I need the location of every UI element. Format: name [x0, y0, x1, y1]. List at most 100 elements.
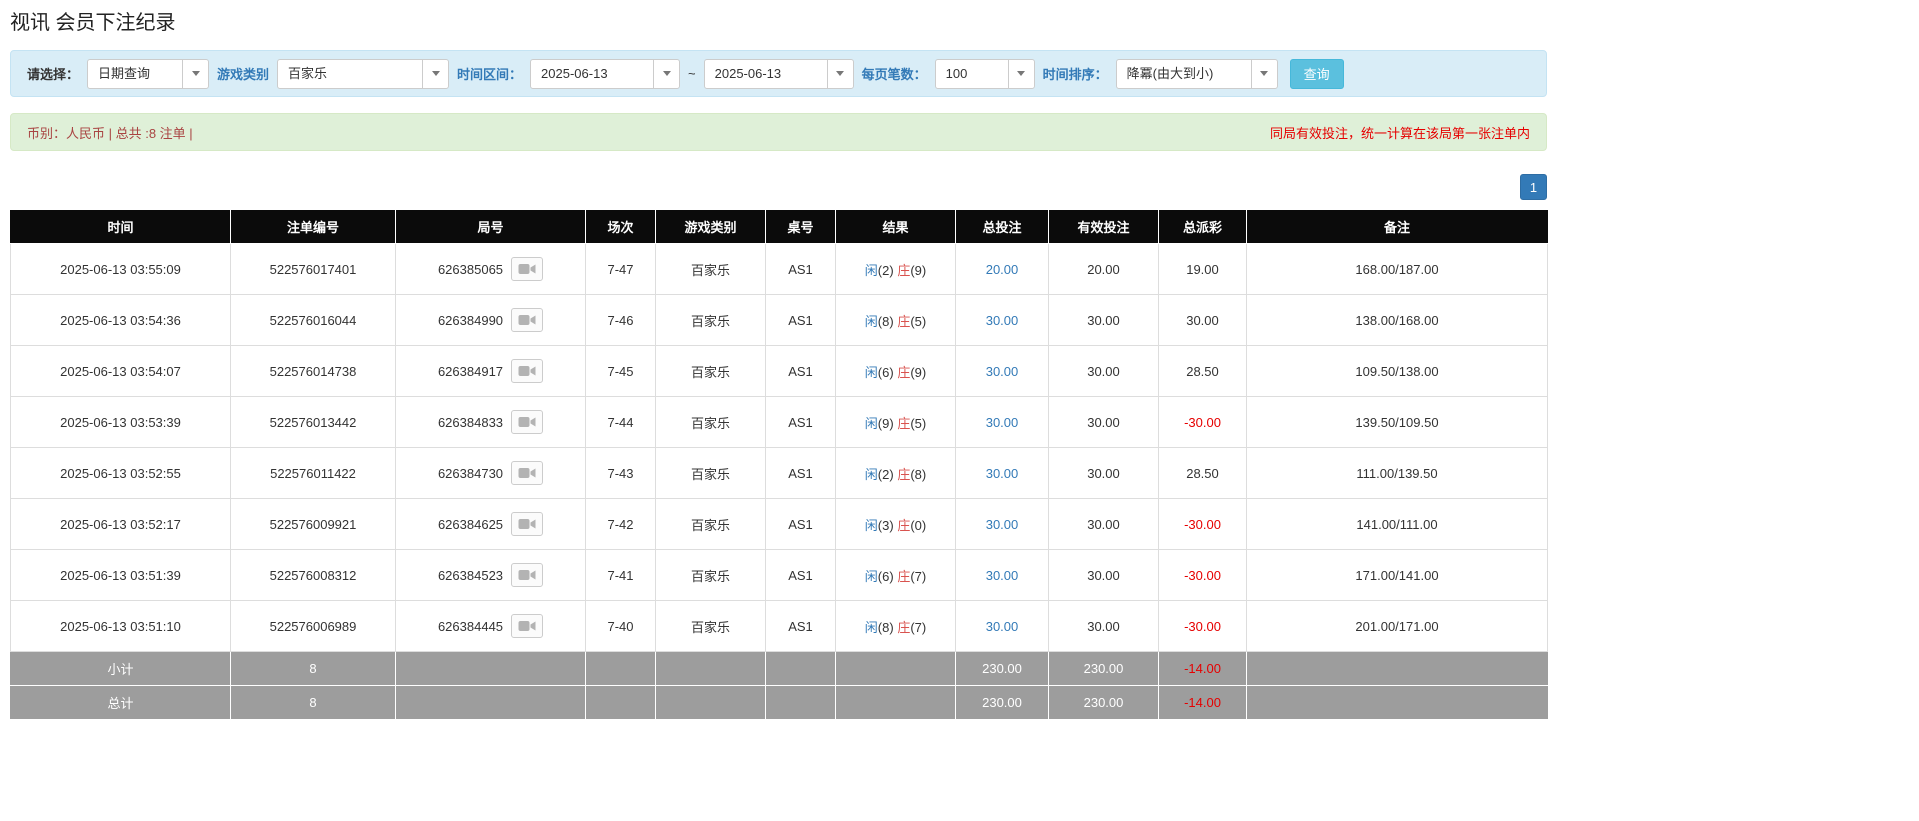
total-bet-link[interactable]: 30.00: [986, 568, 1019, 583]
cell-round-id: 626384625: [396, 499, 586, 550]
table-row: 2025-06-13 03:51:10 522576006989 6263844…: [11, 601, 1548, 652]
cell-payout: 28.50: [1159, 346, 1247, 397]
subtotal-payout: -14.00: [1159, 652, 1247, 686]
cell-valid-bet: 20.00: [1049, 244, 1159, 295]
replay-button[interactable]: [511, 359, 543, 383]
subtotal-valid-bet: 230.00: [1049, 652, 1159, 686]
banker-result-label: 庄: [897, 518, 910, 533]
total-bet-link[interactable]: 30.00: [986, 466, 1019, 481]
player-result-score: (8): [878, 314, 894, 329]
cell-table-no: AS1: [766, 346, 836, 397]
replay-button[interactable]: [511, 461, 543, 485]
per-page-select[interactable]: 100: [935, 59, 1035, 89]
cell-payout: 19.00: [1159, 244, 1247, 295]
table-row: 2025-06-13 03:52:17 522576009921 6263846…: [11, 499, 1548, 550]
replay-button[interactable]: [511, 512, 543, 536]
player-result-score: (2): [878, 263, 894, 278]
cell-round-id: 626384523: [396, 550, 586, 601]
cell-total-bet: 30.00: [956, 346, 1049, 397]
cell-time: 2025-06-13 03:54:07: [11, 346, 231, 397]
cell-table-no: AS1: [766, 448, 836, 499]
total-bet-link[interactable]: 30.00: [986, 415, 1019, 430]
cell-result: 闲(8) 庄(5): [836, 295, 956, 346]
replay-button[interactable]: [511, 410, 543, 434]
page-1-button[interactable]: 1: [1520, 174, 1547, 200]
search-button[interactable]: 查询: [1290, 59, 1344, 89]
round-id-text: 626384917: [438, 364, 503, 379]
replay-button[interactable]: [511, 614, 543, 638]
replay-button[interactable]: [511, 563, 543, 587]
banker-result-score: (7): [910, 620, 926, 635]
chevron-down-icon[interactable]: [1251, 60, 1277, 88]
player-result-label: 闲: [865, 518, 878, 533]
total-bet-link[interactable]: 30.00: [986, 619, 1019, 634]
round-id-text: 626384730: [438, 466, 503, 481]
date-to-select[interactable]: 2025-06-13: [704, 59, 854, 89]
cell-round-id: 626384990: [396, 295, 586, 346]
cell-valid-bet: 30.00: [1049, 499, 1159, 550]
cell-session: 7-41: [586, 550, 656, 601]
banker-result-score: (7): [910, 569, 926, 584]
sort-label: 时间排序：: [1043, 64, 1108, 83]
total-bet-link[interactable]: 20.00: [986, 262, 1019, 277]
cell-round-id: 626384445: [396, 601, 586, 652]
header-session: 场次: [586, 210, 656, 244]
grand-total-valid-bet: 230.00: [1049, 686, 1159, 720]
header-round-id: 局号: [396, 210, 586, 244]
video-camera-icon: [518, 620, 536, 632]
cell-note: 171.00/141.00: [1247, 550, 1548, 601]
total-bet-link[interactable]: 30.00: [986, 517, 1019, 532]
table-summary: 小计 8 230.00 230.00 -14.00 总计 8: [11, 652, 1548, 720]
header-table-no: 桌号: [766, 210, 836, 244]
chevron-down-icon[interactable]: [422, 60, 448, 88]
page-title: 视讯 会员下注纪录: [10, 6, 1547, 35]
chevron-down-icon[interactable]: [182, 60, 208, 88]
cell-result: 闲(6) 庄(7): [836, 550, 956, 601]
subtotal-count: 8: [231, 652, 396, 686]
chevron-down-icon[interactable]: [1008, 60, 1034, 88]
total-bet-link[interactable]: 30.00: [986, 364, 1019, 379]
cell-valid-bet: 30.00: [1049, 397, 1159, 448]
cell-session: 7-43: [586, 448, 656, 499]
cell-bet-id: 522576013442: [231, 397, 396, 448]
player-result-label: 闲: [865, 365, 878, 380]
header-valid-bet: 有效投注: [1049, 210, 1159, 244]
banker-result-label: 庄: [897, 467, 910, 482]
date-to-value: 2025-06-13: [705, 60, 827, 88]
player-result-score: (3): [878, 518, 894, 533]
video-camera-icon: [518, 518, 536, 530]
banker-result-label: 庄: [897, 569, 910, 584]
subtotal-label: 小计: [11, 652, 231, 686]
chevron-down-icon[interactable]: [827, 60, 853, 88]
cell-valid-bet: 30.00: [1049, 346, 1159, 397]
round-id-text: 626384990: [438, 313, 503, 328]
cell-total-bet: 30.00: [956, 499, 1049, 550]
cell-valid-bet: 30.00: [1049, 601, 1159, 652]
date-range-label: 时间区间：: [457, 64, 522, 83]
game-type-select[interactable]: 百家乐: [277, 59, 449, 89]
replay-button[interactable]: [511, 257, 543, 281]
video-camera-icon: [518, 467, 536, 479]
grand-total-total-bet: 230.00: [956, 686, 1049, 720]
player-result-label: 闲: [865, 314, 878, 329]
replay-button[interactable]: [511, 308, 543, 332]
header-game-type: 游戏类别: [656, 210, 766, 244]
cell-session: 7-40: [586, 601, 656, 652]
per-page-value: 100: [936, 60, 1008, 88]
cell-game-type: 百家乐: [656, 346, 766, 397]
page: 视讯 会员下注纪录 请选择： 日期查询 游戏类别 百家乐 时间区间： 2025-…: [10, 6, 1547, 720]
query-type-select[interactable]: 日期查询: [87, 59, 209, 89]
total-bet-link[interactable]: 30.00: [986, 313, 1019, 328]
table-header: 时间 注单编号 局号 场次 游戏类别 桌号 结果 总投注 有效投注 总派彩 备注: [11, 210, 1548, 244]
bet-records-table: 时间 注单编号 局号 场次 游戏类别 桌号 结果 总投注 有效投注 总派彩 备注…: [10, 210, 1548, 720]
cell-payout: 30.00: [1159, 295, 1247, 346]
chevron-down-icon[interactable]: [653, 60, 679, 88]
cell-session: 7-42: [586, 499, 656, 550]
grand-total-count: 8: [231, 686, 396, 720]
game-type-label: 游戏类别: [217, 64, 269, 83]
header-total-bet: 总投注: [956, 210, 1049, 244]
sort-select[interactable]: 降冪(由大到小): [1116, 59, 1278, 89]
cell-bet-id: 522576008312: [231, 550, 396, 601]
date-from-select[interactable]: 2025-06-13: [530, 59, 680, 89]
cell-result: 闲(9) 庄(5): [836, 397, 956, 448]
